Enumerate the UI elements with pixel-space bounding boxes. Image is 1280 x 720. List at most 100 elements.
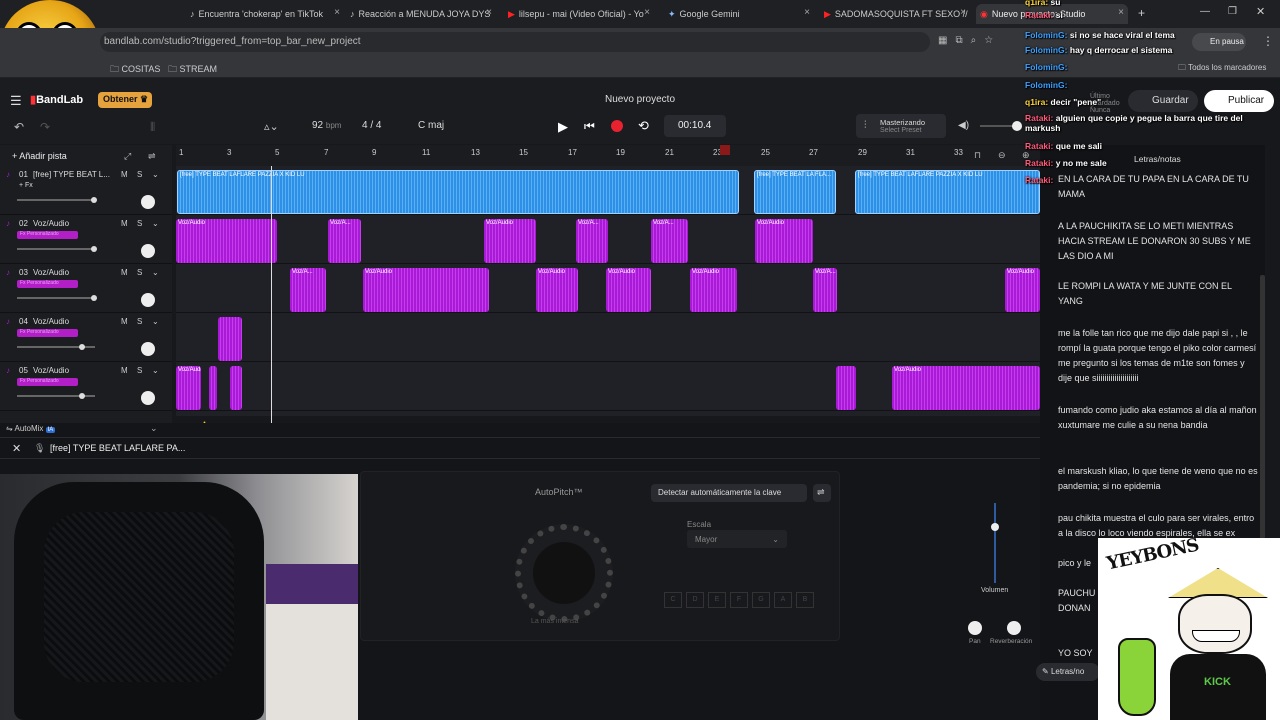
intensity-knob[interactable] bbox=[515, 524, 613, 622]
add-track-button[interactable]: + Añadir pista bbox=[12, 151, 67, 161]
track-lane[interactable] bbox=[176, 215, 1040, 264]
close-icon[interactable]: × bbox=[644, 7, 650, 18]
close-window-icon[interactable]: ✕ bbox=[1256, 5, 1265, 18]
record-button[interactable] bbox=[611, 120, 623, 132]
close-icon[interactable]: ✕ bbox=[12, 442, 21, 455]
audio-clip[interactable]: Voz/Audio bbox=[755, 219, 813, 263]
chevron-down-icon[interactable]: ⌄ bbox=[152, 170, 159, 179]
lyrics-tab[interactable]: Letras/notas bbox=[1134, 154, 1181, 164]
pan-knob[interactable] bbox=[141, 391, 155, 405]
close-icon[interactable]: × bbox=[804, 7, 810, 18]
audio-clip[interactable]: Voz/Audio bbox=[484, 219, 536, 263]
arrangement-area[interactable]: [free] TYPE BEAT LAFLARE PAZZIA X KID LU… bbox=[176, 166, 1040, 416]
tab-reaccion[interactable]: ♪ Reacción a MENUDA JOYA DYS × bbox=[346, 4, 496, 24]
mixer-icon[interactable]: ⦀ bbox=[150, 120, 155, 135]
track-volume-slider[interactable] bbox=[17, 197, 97, 203]
browser-action-icons[interactable]: ▦⧉⌕☆ bbox=[938, 35, 1001, 46]
zoom-out-icon[interactable]: ⊖ bbox=[998, 150, 1006, 161]
track-volume-slider[interactable] bbox=[17, 344, 95, 350]
scale-select[interactable]: Mayor ⌄ bbox=[687, 530, 787, 548]
slider-knob[interactable] bbox=[79, 393, 85, 399]
track-lane[interactable] bbox=[176, 313, 1040, 362]
metronome-icon[interactable]: ▵⌄ bbox=[264, 120, 279, 133]
bookmark-all[interactable]: 🗀 Todos los marcadores bbox=[1178, 62, 1266, 76]
lyrics-line[interactable]: fumando como judio aka estamos al día al… bbox=[1058, 403, 1258, 433]
audio-clip[interactable]: Voz/Audio bbox=[606, 268, 651, 312]
pan-knob[interactable] bbox=[141, 195, 155, 209]
fx-preset-badge[interactable]: Fx Personalizado bbox=[17, 329, 78, 337]
audio-clip[interactable]: Voz/Audio bbox=[892, 366, 1040, 410]
audio-clip[interactable]: Voz/A... bbox=[290, 268, 326, 312]
slider-knob[interactable] bbox=[1012, 121, 1022, 131]
play-button[interactable]: ▶ bbox=[558, 119, 568, 135]
fx-preset-badge[interactable]: Fx Personalizado bbox=[17, 378, 78, 386]
note-B[interactable]: B bbox=[796, 592, 814, 608]
publish-button[interactable]: Publicar bbox=[1204, 90, 1274, 112]
save-button[interactable]: Guardar bbox=[1128, 90, 1198, 112]
audio-clip[interactable]: Voz/A... bbox=[651, 219, 688, 263]
slider-knob[interactable] bbox=[79, 344, 85, 350]
mute-button[interactable]: M bbox=[121, 317, 128, 326]
close-icon[interactable]: × bbox=[486, 7, 492, 18]
track-name[interactable]: Voz/Audio bbox=[33, 366, 69, 375]
beat-clip[interactable]: [free] TYPE BEAT LAFLARE PAZZIA X KID LU bbox=[177, 170, 739, 214]
slider-knob[interactable] bbox=[91, 246, 97, 252]
tab-sadomasoquista[interactable]: ▶ SADOMASOQUISTA FT SEXO //× bbox=[820, 4, 970, 24]
track-header-05[interactable]: ♪ 05 Voz/Audio M S ⌄ Fx Personalizado bbox=[0, 362, 172, 411]
close-icon[interactable]: × bbox=[1118, 7, 1124, 18]
note-G[interactable]: G bbox=[752, 592, 770, 608]
new-tab-icon[interactable]: + bbox=[1138, 6, 1145, 20]
add-fx-button[interactable]: + Fx bbox=[19, 182, 33, 189]
minimize-icon[interactable]: — bbox=[1200, 6, 1210, 17]
master-volume-slider[interactable] bbox=[980, 121, 1022, 131]
note-A[interactable]: A bbox=[774, 592, 792, 608]
volume-fader[interactable] bbox=[991, 503, 999, 583]
track-name[interactable]: Voz/Audio bbox=[33, 317, 69, 326]
mute-button[interactable]: M bbox=[121, 170, 128, 179]
audio-clip[interactable] bbox=[836, 366, 856, 410]
fx-preset-badge[interactable]: Fx Personalizado bbox=[17, 231, 78, 239]
audio-clip[interactable]: Voz/A... bbox=[813, 268, 837, 312]
chevron-down-icon[interactable]: ⌄ bbox=[152, 219, 159, 228]
lyrics-scrollbar[interactable] bbox=[1260, 275, 1265, 575]
maximize-icon[interactable]: ❐ bbox=[1228, 6, 1237, 17]
wand-icon[interactable]: ⤢ bbox=[124, 151, 131, 162]
snap-icon[interactable]: ⊓ bbox=[974, 150, 981, 161]
close-icon[interactable]: × bbox=[334, 7, 340, 18]
loop-marker[interactable] bbox=[720, 145, 730, 155]
note-C[interactable]: C bbox=[664, 592, 682, 608]
lyrics-line[interactable]: EN LA CARA DE TU PAPA EN LA CARA DE TU M… bbox=[1058, 172, 1258, 202]
track-header-04[interactable]: ♪ 04 Voz/Audio M S ⌄ Fx Personalizado bbox=[0, 313, 172, 362]
hamburger-icon[interactable]: ☰ bbox=[10, 93, 22, 109]
track-header-02[interactable]: ♪ 02 Voz/Audio M S ⌄ Fx Personalizado bbox=[0, 215, 172, 264]
bpm-field[interactable]: 92 bpm bbox=[312, 120, 341, 131]
chevron-down-icon[interactable]: ⌄ bbox=[152, 366, 159, 375]
paused-button[interactable]: En pausa bbox=[1192, 33, 1246, 51]
audio-clip[interactable]: Voz/A... bbox=[328, 219, 361, 263]
slider-knob[interactable] bbox=[91, 295, 97, 301]
note-F[interactable]: F bbox=[730, 592, 748, 608]
solo-button[interactable]: S bbox=[137, 219, 142, 228]
lyrics-button[interactable]: ✎ Letras/no bbox=[1036, 663, 1100, 681]
mute-button[interactable]: M bbox=[121, 268, 128, 277]
track-header-01[interactable]: ♪ 01 [free] TYPE BEAT L... M S ⌄ + Fx bbox=[0, 166, 172, 215]
track-header-03[interactable]: ♪ 03 Voz/Audio M S ⌄ Fx Personalizado bbox=[0, 264, 172, 313]
beat-clip[interactable]: [free] TYPE BEAT LA FLA... bbox=[754, 170, 836, 214]
lyrics-line[interactable]: pau chikita muestra el culo para ser vir… bbox=[1058, 511, 1258, 541]
lyrics-line[interactable]: el marskush kliao, lo que tiene de weno … bbox=[1058, 464, 1258, 494]
audio-clip[interactable]: Voz/A... bbox=[576, 219, 608, 263]
audio-clip[interactable]: Voz/Audio bbox=[176, 219, 277, 263]
tab-gemini[interactable]: ✦ Google Gemini × bbox=[664, 4, 814, 24]
menu-dots-icon[interactable]: ⋮ bbox=[1262, 34, 1274, 48]
project-title[interactable]: Nuevo proyecto bbox=[600, 94, 680, 105]
solo-button[interactable]: S bbox=[137, 268, 142, 277]
mute-button[interactable]: M bbox=[121, 219, 128, 228]
audio-clip[interactable]: Voz/Audio bbox=[1005, 268, 1040, 312]
fx-preset-badge[interactable]: Fx Personalizado bbox=[17, 280, 78, 288]
playhead[interactable] bbox=[271, 166, 272, 434]
rewind-button[interactable]: ⏮ bbox=[584, 119, 595, 134]
fader-knob[interactable] bbox=[991, 523, 999, 531]
pan-knob[interactable] bbox=[141, 342, 155, 356]
audio-clip[interactable] bbox=[209, 366, 217, 410]
bookmark-stream[interactable]: 🗀 STREAM bbox=[168, 62, 217, 78]
